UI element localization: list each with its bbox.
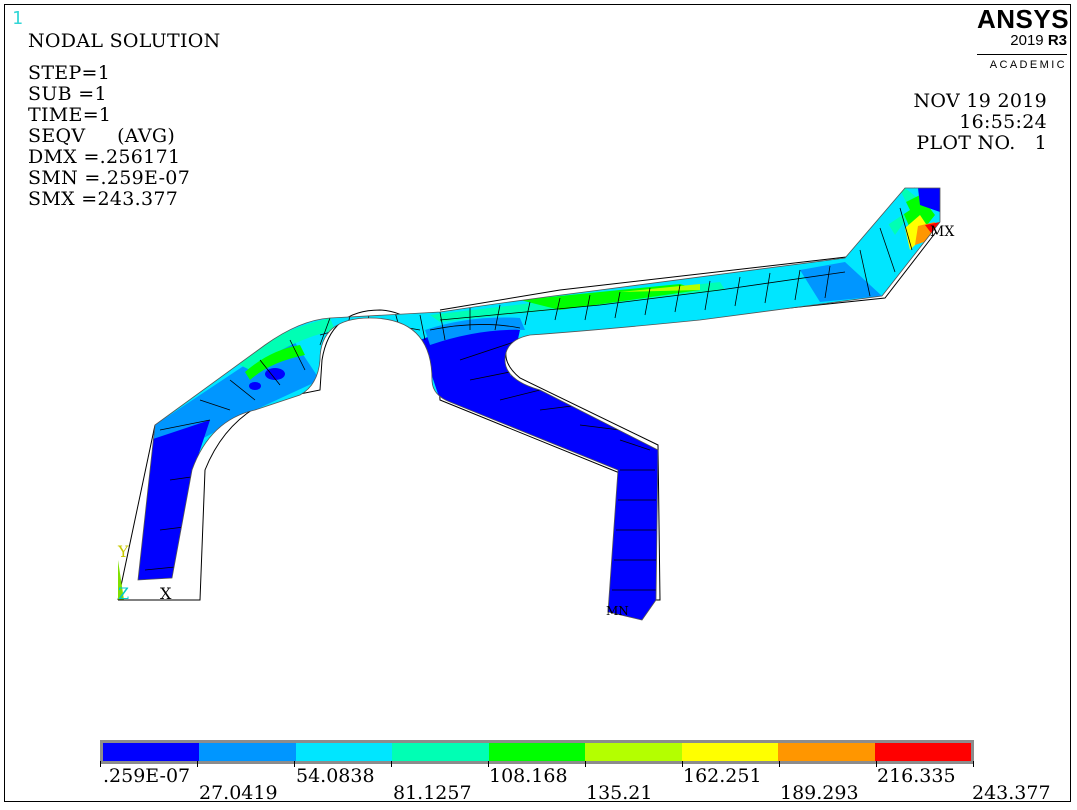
legend-color-band-4 — [488, 743, 586, 761]
legend-color-band-5 — [585, 743, 682, 761]
legend-tick — [197, 761, 198, 767]
triad-x-label: X — [160, 584, 172, 603]
legend-tick — [294, 761, 295, 767]
max-marker: MX — [930, 224, 955, 240]
legend-tick — [100, 761, 101, 767]
legend-label-1: 27.0419 — [199, 782, 278, 804]
legend-tick — [779, 761, 780, 767]
min-marker: MN — [606, 604, 629, 618]
legend-tick — [973, 761, 974, 767]
legend-label-9: 243.377 — [972, 782, 1051, 804]
legend-label-3: 81.1257 — [393, 782, 472, 804]
legend-color-band-1 — [199, 743, 296, 761]
contour-plot — [117, 187, 941, 621]
legend-label-4: 108.168 — [489, 765, 568, 787]
legend-color-band-6 — [681, 743, 779, 761]
legend-tick — [585, 761, 586, 767]
legend-color-band-0 — [103, 743, 200, 761]
legend-color-band-3 — [392, 743, 489, 761]
legend-color-band-7 — [778, 743, 875, 761]
legend-label-5: 135.21 — [586, 782, 653, 804]
triad-y-label: Y — [118, 542, 129, 561]
legend-tick — [876, 761, 877, 767]
legend-label-2: 54.0838 — [296, 765, 375, 787]
legend-label-0: .259E-07 — [103, 765, 191, 787]
legend-color-band-2 — [295, 743, 393, 761]
legend-tick — [682, 761, 683, 767]
triad-z-label: Z — [118, 584, 130, 603]
legend-label-8: 216.335 — [877, 765, 956, 787]
legend-label-6: 162.251 — [683, 765, 762, 787]
legend-color-band-8 — [874, 743, 971, 761]
legend-tick — [391, 761, 392, 767]
stress-contours — [138, 188, 940, 620]
legend-label-7: 189.293 — [780, 782, 859, 804]
contour-legend — [100, 740, 974, 764]
legend-tick — [488, 761, 489, 767]
